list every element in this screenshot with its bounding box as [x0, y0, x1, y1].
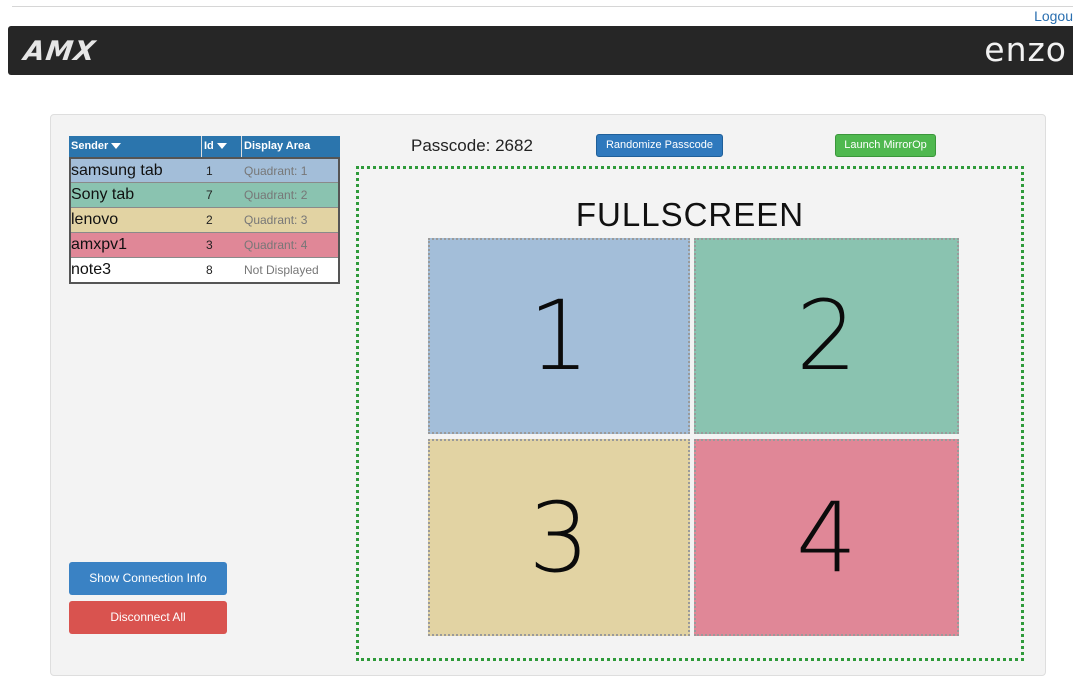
column-header-label: Id: [204, 140, 214, 152]
quadrant-number: 2: [795, 280, 858, 392]
quadrant-number: 1: [528, 280, 590, 392]
sender-name: amxpv1: [71, 236, 128, 253]
amx-logo: AMX: [21, 36, 98, 67]
app-header: AMX enzo: [8, 26, 1073, 75]
sender-name: note3: [71, 261, 112, 278]
sort-down-icon: [111, 143, 122, 150]
quadrant-4[interactable]: 4: [694, 439, 959, 636]
sender-id: 1: [206, 163, 213, 178]
quadrant-number: 3: [528, 481, 590, 594]
logout-link[interactable]: Logou: [1034, 8, 1073, 24]
table-row[interactable]: Sony tab 7 Quadrant: 2: [71, 182, 338, 207]
table-body: samsung tab 1 Quadrant: 1 Sony tab 7 Qua…: [69, 157, 340, 284]
sender-id: 2: [206, 213, 213, 227]
sort-down-icon: [216, 143, 227, 150]
show-connection-info-button[interactable]: Show Connection Info: [69, 562, 227, 595]
quadrant-2[interactable]: 2: [694, 238, 959, 434]
launch-mirrorop-button[interactable]: Launch MirrorOp: [835, 134, 936, 157]
column-header-label: Sender: [71, 140, 109, 152]
sender-name: samsung tab: [71, 161, 163, 179]
sender-name: lenovo: [71, 211, 119, 228]
disconnect-all-button[interactable]: Disconnect All: [69, 601, 227, 634]
sender-display-area: Quadrant: 3: [244, 213, 308, 227]
table-row[interactable]: samsung tab 1 Quadrant: 1: [71, 157, 338, 182]
fullscreen-title: FULLSCREEN: [575, 196, 805, 233]
randomize-passcode-button[interactable]: Randomize Passcode: [596, 134, 723, 157]
quadrant-3[interactable]: 3: [428, 439, 690, 636]
sender-id: 7: [206, 188, 213, 202]
passcode-label: Passcode: 2682: [411, 136, 533, 155]
sender-id: 3: [206, 238, 213, 252]
main-panel: Sender Id Display Area samsung tab 1 Qua…: [50, 114, 1046, 676]
sender-id: 8: [206, 263, 213, 277]
table-row[interactable]: lenovo 2 Quadrant: 3: [71, 207, 338, 232]
column-header-label: Display Area: [244, 140, 311, 152]
column-header-id[interactable]: Id: [202, 136, 242, 157]
quadrant-1[interactable]: 1: [428, 238, 690, 434]
column-header-display-area: Display Area: [242, 136, 340, 157]
column-header-sender[interactable]: Sender: [69, 136, 202, 157]
enzo-logo: enzo: [984, 30, 1067, 69]
sender-table: Sender Id Display Area samsung tab 1 Qua…: [69, 136, 340, 284]
quadrant-number: 4: [795, 481, 858, 594]
sender-display-area: Quadrant: 1: [244, 163, 308, 178]
table-header: Sender Id Display Area: [69, 136, 340, 157]
sender-display-area: Not Displayed: [244, 263, 319, 277]
sender-display-area: Quadrant: 4: [244, 238, 308, 252]
fullscreen-display-area[interactable]: FULLSCREEN 1 2 3 4: [356, 166, 1024, 661]
table-row[interactable]: note3 8 Not Displayed: [71, 257, 338, 282]
table-row[interactable]: amxpv1 3 Quadrant: 4: [71, 232, 338, 257]
sender-name: Sony tab: [71, 186, 135, 203]
top-divider: [12, 6, 1073, 7]
sender-display-area: Quadrant: 2: [244, 188, 308, 202]
